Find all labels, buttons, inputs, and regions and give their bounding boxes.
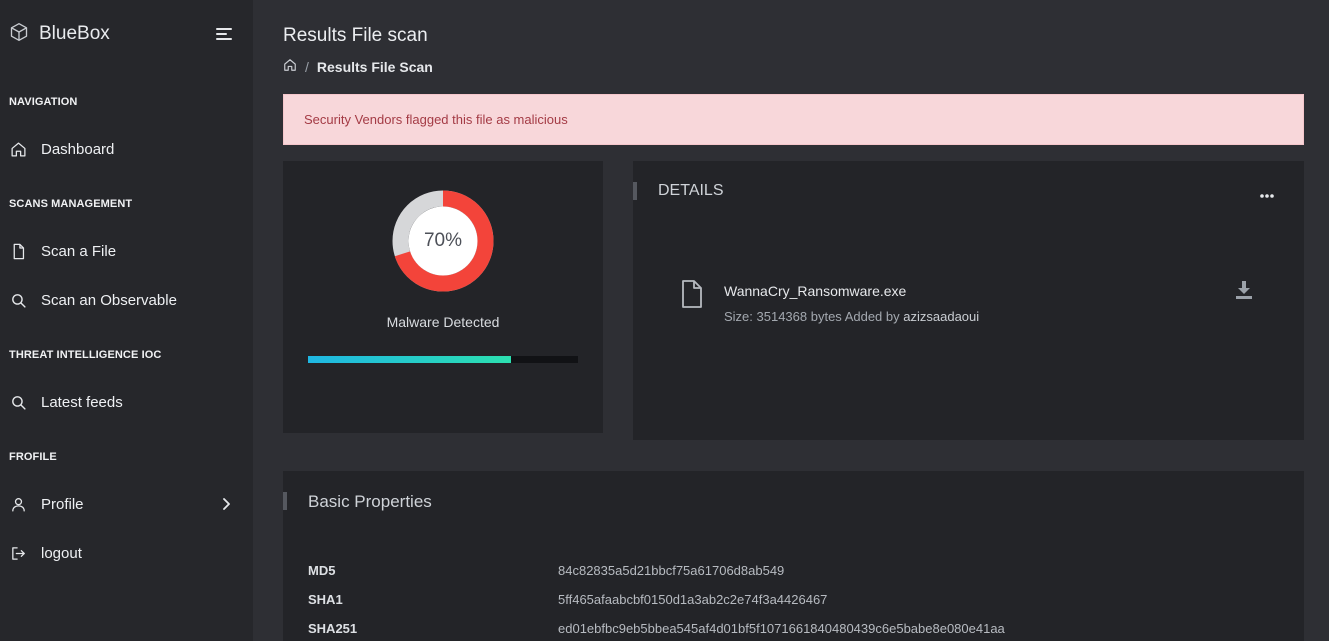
- property-value: 84c82835a5d21bbcf75a61706d8ab549: [558, 563, 785, 578]
- section-title-profile: FROFILE: [9, 451, 57, 463]
- download-icon[interactable]: [1235, 280, 1253, 300]
- breadcrumb: / Results File Scan: [283, 58, 433, 75]
- search-icon: [9, 291, 27, 309]
- section-title-scans: SCANS MANAGEMENT: [9, 198, 133, 210]
- card-header-accent: [283, 492, 287, 510]
- sidebar-item-label: Latest feeds: [41, 393, 123, 411]
- sidebar-item-logout[interactable]: logout: [9, 539, 239, 567]
- basic-properties-title: Basic Properties: [308, 492, 432, 511]
- details-card: DETAILS WannaCry_Ransomware.exe Size: 35…: [633, 161, 1304, 440]
- sidebar-item-scan-file[interactable]: Scan a File: [9, 237, 239, 265]
- file-size: Size: 3514368 bytes Added by: [724, 309, 900, 324]
- sidebar-item-label: Scan an Observable: [41, 291, 177, 309]
- brand[interactable]: BlueBox: [9, 22, 110, 46]
- details-title: DETAILS: [658, 182, 724, 199]
- section-title-navigation: NAVIGATION: [9, 96, 78, 108]
- sidebar-item-dashboard[interactable]: Dashboard: [9, 135, 239, 163]
- file-name: WannaCry_Ransomware.exe: [724, 283, 907, 299]
- detection-progress-fill: [308, 356, 511, 363]
- detection-percent: 70%: [423, 230, 463, 251]
- home-icon: [9, 140, 27, 158]
- breadcrumb-current: Results File Scan: [316, 58, 433, 75]
- sidebar-item-latest-feeds[interactable]: Latest feeds: [9, 388, 239, 416]
- sidebar-item-label: Scan a File: [41, 242, 117, 260]
- sidebar-item-profile[interactable]: Profile: [9, 490, 239, 518]
- property-value: 5ff465afaabcbf0150d1a3ab2c2e74f3a4426467: [558, 592, 828, 607]
- property-key: MD5: [308, 563, 336, 578]
- user-icon: [9, 495, 27, 513]
- detection-progress-bar: [308, 356, 578, 363]
- menu-toggle-icon[interactable]: [215, 26, 233, 42]
- brand-name: BlueBox: [39, 23, 110, 44]
- home-icon[interactable]: [283, 58, 297, 75]
- file-icon: [681, 279, 703, 309]
- property-row-sha1: SHA1 5ff465afaabcbf0150d1a3ab2c2e74f3a44…: [308, 592, 827, 610]
- file-icon: [9, 242, 27, 260]
- page-title: Results File scan: [283, 25, 428, 46]
- alert-text: Security Vendors flagged this file as ma…: [304, 112, 568, 127]
- more-options-icon[interactable]: [1259, 186, 1275, 198]
- property-row-md5: MD5 84c82835a5d21bbcf75a61706d8ab549: [308, 563, 784, 581]
- search-icon: [9, 393, 27, 411]
- detection-card: 70% Malware Detected: [283, 161, 603, 433]
- file-meta: Size: 3514368 bytes Added by azizsaadaou…: [724, 309, 979, 324]
- card-header-accent: [633, 182, 637, 200]
- added-by-user[interactable]: azizsaadaoui: [903, 309, 979, 324]
- sidebar: BlueBox NAVIGATION Dashboard SCANS MANAG…: [0, 0, 253, 641]
- sidebar-item-label: Dashboard: [41, 140, 115, 158]
- sidebar-item-scan-observable[interactable]: Scan an Observable: [9, 286, 239, 314]
- basic-properties-card: Basic Properties MD5 84c82835a5d21bbcf75…: [283, 471, 1304, 641]
- property-row-sha251: SHA251 ed01ebfbc9eb5bbea545af4d01bf5f107…: [308, 621, 1005, 639]
- logout-icon: [9, 544, 27, 562]
- chevron-right-icon: [221, 497, 231, 511]
- section-title-threat: THREAT INTELLIGENCE IOC: [9, 349, 162, 361]
- malicious-alert: Security Vendors flagged this file as ma…: [283, 94, 1304, 145]
- detection-label: Malware Detected: [386, 314, 500, 330]
- breadcrumb-separator: /: [305, 58, 309, 75]
- sidebar-item-label: logout: [41, 544, 82, 562]
- cube-icon: [9, 21, 29, 48]
- property-key: SHA1: [308, 592, 343, 607]
- sidebar-item-label: Profile: [41, 495, 84, 513]
- property-value: ed01ebfbc9eb5bbea545af4d01bf5f1071661840…: [558, 621, 1005, 636]
- property-key: SHA251: [308, 621, 358, 636]
